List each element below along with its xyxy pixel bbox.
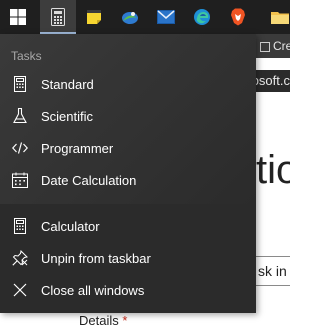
code-icon [12,140,28,156]
taskbar-sticky-notes-button[interactable] [76,0,112,34]
task-date-calculation-label: Date Calculation [41,172,137,188]
calendar-icon [12,172,28,188]
calculator-jump-list: Tasks Standard Scientific Programmer Dat… [0,34,256,313]
windows-start-button[interactable] [0,0,36,34]
details-label-text: Details [79,313,119,328]
file-explorer-icon [271,12,289,24]
mail-icon [157,10,175,24]
edge-icon [194,9,210,25]
brave-icon [231,8,245,26]
unpin-icon [12,250,28,266]
task-scientific-label: Scientific [41,108,94,124]
windows-start-icon [10,9,26,25]
address-bar[interactable]: osoft.c [256,70,290,92]
standard-calculator-icon [12,76,28,92]
open-calculator-label: Calculator [41,218,100,234]
browser-tab[interactable]: Cre [256,34,290,58]
tab-favicon-icon [260,41,270,52]
open-calculator-item[interactable]: Calculator [0,210,256,242]
task-standard[interactable]: Standard [0,68,256,100]
taskbar-calculator-button[interactable] [40,0,76,34]
close-all-windows-label: Close all windows [41,282,145,298]
unpin-from-taskbar-item[interactable]: Unpin from taskbar [0,242,256,274]
taskbar-mail-button[interactable] [148,0,184,34]
close-all-windows-item[interactable]: Close all windows [0,274,256,306]
taskbar-photos-button[interactable] [112,0,148,34]
taskbar-brave-button[interactable] [220,0,256,34]
required-marker: * [122,313,128,328]
address-bar-text: osoft.c [256,73,290,88]
taskbar-file-explorer-button[interactable] [262,0,298,34]
task-programmer-label: Programmer [41,140,114,156]
taskbar [0,0,290,34]
page-heading: tio [256,148,290,192]
task-input[interactable]: sk in [256,256,290,286]
details-label: Details * [79,313,127,328]
taskbar-edge-button[interactable] [184,0,220,34]
flask-icon [12,108,28,124]
task-standard-label: Standard [41,76,94,92]
sticky-notes-icon [87,10,101,24]
browser-tab-label: Cre [273,39,290,53]
photos-icon [122,12,138,24]
calculator-icon [51,8,65,26]
close-icon [12,282,28,298]
calculator-icon [12,218,28,234]
task-scientific[interactable]: Scientific [0,100,256,132]
task-date-calculation[interactable]: Date Calculation [0,164,256,196]
unpin-from-taskbar-label: Unpin from taskbar [41,250,151,266]
task-programmer[interactable]: Programmer [0,132,256,164]
tasks-header: Tasks [11,49,42,63]
